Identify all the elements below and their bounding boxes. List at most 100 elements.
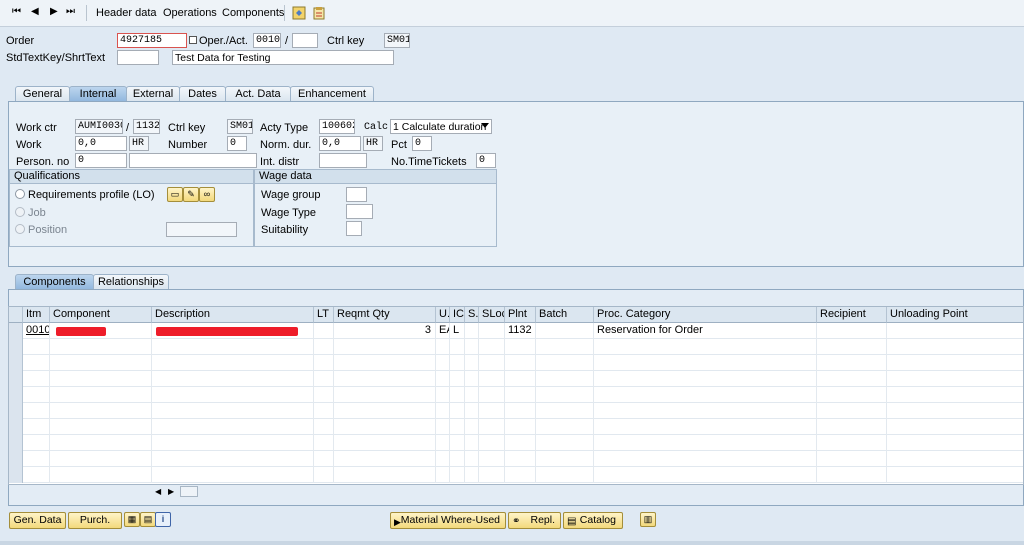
table-cell[interactable]	[436, 467, 450, 483]
no-time-tickets-field[interactable]: 0	[476, 153, 496, 168]
table-cell[interactable]	[817, 355, 887, 371]
table-cell[interactable]	[314, 355, 334, 371]
scroll-right-icon[interactable]: ▶	[168, 487, 174, 496]
table-cell[interactable]	[152, 419, 314, 435]
operations-button[interactable]: Operations	[163, 7, 217, 19]
table-cell[interactable]	[536, 435, 594, 451]
row-selector[interactable]	[9, 467, 23, 483]
table-cell[interactable]	[536, 355, 594, 371]
table-cell[interactable]	[314, 451, 334, 467]
table-cell[interactable]	[334, 467, 436, 483]
table-cell[interactable]	[505, 467, 536, 483]
table-cell[interactable]	[505, 419, 536, 435]
tab-internal[interactable]: Internal	[69, 86, 127, 102]
table-cell[interactable]	[334, 339, 436, 355]
table-cell[interactable]	[152, 467, 314, 483]
row-selector[interactable]	[9, 323, 23, 339]
row-selector[interactable]	[9, 371, 23, 387]
table-cell[interactable]	[594, 387, 817, 403]
table-row[interactable]	[9, 435, 1023, 451]
table-cell[interactable]	[23, 371, 50, 387]
table-cell[interactable]	[314, 371, 334, 387]
column-header-ic[interactable]: IC	[450, 307, 465, 323]
short-text-field[interactable]: Test Data for Testing	[172, 50, 394, 65]
table-cell[interactable]	[50, 355, 152, 371]
cell-component[interactable]	[50, 323, 152, 339]
chevron-down-icon[interactable]	[481, 123, 489, 128]
cell-proc-category[interactable]: Reservation for Order	[594, 323, 817, 339]
table-cell[interactable]	[152, 371, 314, 387]
table-cell[interactable]	[536, 403, 594, 419]
table-cell[interactable]	[594, 435, 817, 451]
calc-dropdown[interactable]: 1 Calculate duration	[390, 119, 492, 134]
cell-unit[interactable]: EA	[436, 323, 450, 339]
wage-group-field[interactable]	[346, 187, 367, 202]
cell-recipient[interactable]	[817, 323, 887, 339]
select-all-header[interactable]	[9, 307, 23, 323]
table-cell[interactable]	[152, 403, 314, 419]
repl-button[interactable]: ⚭ Repl.	[508, 512, 561, 529]
row-selector[interactable]	[9, 339, 23, 355]
table-row[interactable]	[9, 371, 1023, 387]
tab-components[interactable]: Components	[15, 274, 94, 290]
table-cell[interactable]	[887, 451, 1023, 467]
column-header-recipient[interactable]: Recipient	[817, 307, 887, 323]
table-cell[interactable]	[465, 355, 479, 371]
table-cell[interactable]	[505, 387, 536, 403]
tab-external[interactable]: External	[126, 86, 180, 102]
row-selector[interactable]	[9, 403, 23, 419]
table-cell[interactable]	[479, 355, 505, 371]
cell-lt[interactable]	[314, 323, 334, 339]
column-header-sloc[interactable]: SLoc	[479, 307, 505, 323]
requirements-profile-radio[interactable]	[15, 189, 25, 199]
number-field[interactable]: 0	[227, 136, 247, 151]
table-cell[interactable]	[536, 371, 594, 387]
table-cell[interactable]	[436, 435, 450, 451]
table-cell[interactable]	[50, 467, 152, 483]
cell-batch[interactable]	[536, 323, 594, 339]
oper-act-field[interactable]: 0010	[253, 33, 281, 48]
table-cell[interactable]	[505, 339, 536, 355]
table-cell[interactable]	[436, 403, 450, 419]
pct-field[interactable]: 0	[412, 136, 432, 151]
table-cell[interactable]	[314, 403, 334, 419]
table-cell[interactable]	[465, 339, 479, 355]
table-cell[interactable]	[536, 467, 594, 483]
table-cell[interactable]	[887, 387, 1023, 403]
table-cell[interactable]	[334, 371, 436, 387]
table-cell[interactable]	[887, 419, 1023, 435]
table-cell[interactable]	[479, 451, 505, 467]
cell-description[interactable]	[152, 323, 314, 339]
table-cell[interactable]	[594, 355, 817, 371]
row-selector[interactable]	[9, 451, 23, 467]
table-cell[interactable]	[436, 355, 450, 371]
catalog-button[interactable]: ▤ Catalog	[563, 512, 623, 529]
table-row[interactable]	[9, 419, 1023, 435]
table-row[interactable]	[9, 467, 1023, 483]
scroll-left-icon[interactable]: ◀	[155, 487, 161, 496]
table-cell[interactable]	[536, 339, 594, 355]
tab-dates[interactable]: Dates	[179, 86, 226, 102]
norm-dur-field[interactable]: 0,0	[319, 136, 361, 151]
person-name-field[interactable]	[129, 153, 257, 168]
table-cell[interactable]	[817, 371, 887, 387]
cell-ic[interactable]: L	[450, 323, 465, 339]
column-header-unit[interactable]: U..	[436, 307, 450, 323]
table-cell[interactable]	[334, 355, 436, 371]
table-cell[interactable]	[436, 339, 450, 355]
cell-sloc[interactable]	[479, 323, 505, 339]
table-cell[interactable]	[450, 339, 465, 355]
table-cell[interactable]	[334, 387, 436, 403]
purch-button[interactable]: Purch.	[68, 512, 122, 529]
table-cell[interactable]	[314, 435, 334, 451]
work-ctr-field[interactable]: AUMI0030	[75, 119, 123, 134]
table-cell[interactable]	[817, 467, 887, 483]
column-header-itm[interactable]: Itm	[23, 307, 50, 323]
table-cell[interactable]	[536, 387, 594, 403]
table-cell[interactable]	[152, 339, 314, 355]
table-cell[interactable]	[23, 467, 50, 483]
row-selector[interactable]	[9, 387, 23, 403]
table-cell[interactable]	[887, 403, 1023, 419]
table-cell[interactable]	[887, 435, 1023, 451]
table-cell[interactable]	[594, 451, 817, 467]
